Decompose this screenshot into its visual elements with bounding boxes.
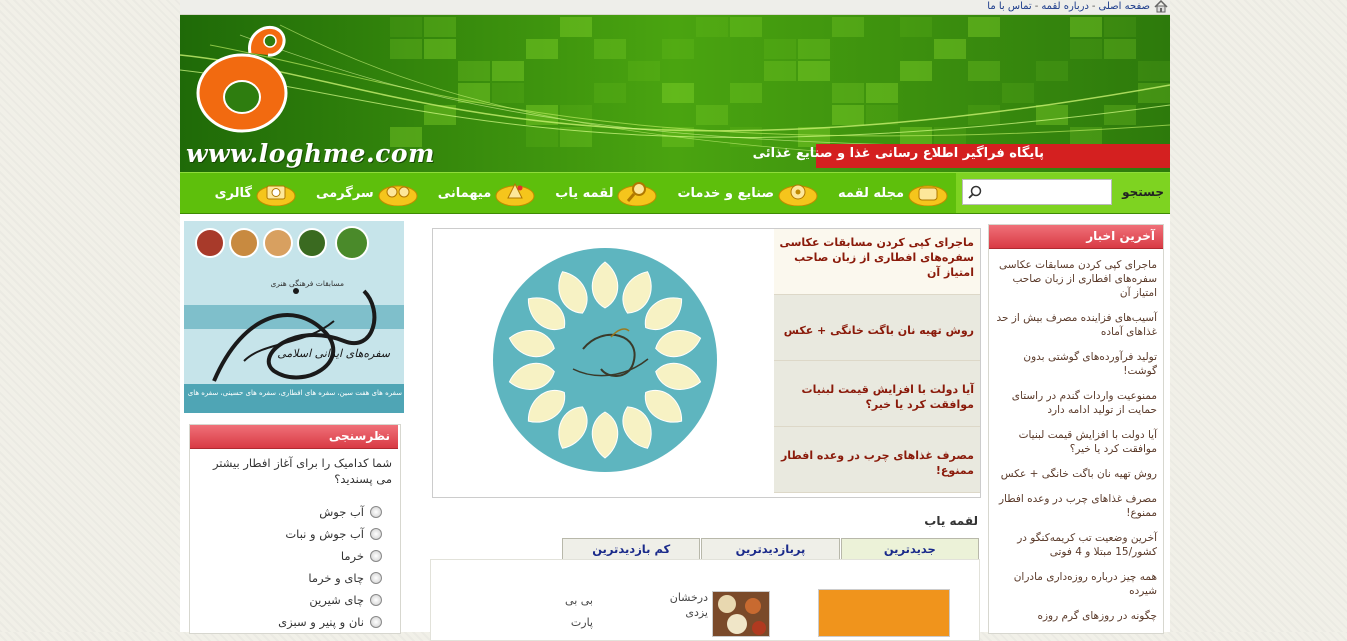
poll-option[interactable]: آب جوش bbox=[190, 501, 382, 523]
tab-newest[interactable]: جدیدترین bbox=[840, 538, 979, 560]
home-link[interactable]: صفحه اصلی bbox=[1099, 1, 1150, 12]
latest-news-box: آخرین اخبار ماجرای کپی کردن مسابقات عکاس… bbox=[988, 224, 1164, 634]
poll-question: شما کدامیک را برای آغاز افطار بیشتر می پ… bbox=[212, 456, 392, 486]
fun-icon bbox=[378, 185, 418, 206]
poll-option-label: چای و خرما bbox=[308, 571, 364, 585]
top-links: صفحه اصلی-درباره لقمه-تماس با ما bbox=[987, 0, 1150, 13]
nav-item-party[interactable]: میهمانی bbox=[438, 180, 536, 206]
logo-icon[interactable] bbox=[180, 15, 300, 135]
nav-item-label: گالری bbox=[214, 185, 252, 201]
search-input[interactable] bbox=[962, 179, 1112, 205]
radio-button[interactable] bbox=[370, 528, 382, 540]
promo-graphic bbox=[184, 221, 404, 413]
home-icon[interactable] bbox=[1154, 0, 1168, 13]
top-bar: صفحه اصلی-درباره لقمه-تماس با ما bbox=[180, 0, 1170, 15]
news-item[interactable]: آسیب‌های فزاینده مصرف بیش از حد غذاهای آ… bbox=[993, 306, 1159, 345]
nav-item-label: میهمانی bbox=[437, 185, 492, 201]
poll-option-label: آب جوش bbox=[319, 505, 364, 519]
entry-name[interactable]: درخشان یزدی bbox=[660, 590, 708, 620]
entry-line: یزدی bbox=[685, 606, 708, 619]
news-title: آخرین اخبار bbox=[989, 225, 1163, 249]
poll-option-label: نان و پنیر و سبزی bbox=[278, 615, 364, 629]
featured-list: ماجرای کپی کردن مسابقات عکاسی سفره‌های ا… bbox=[774, 229, 980, 497]
news-item[interactable]: ممنوعیت واردات گندم در راستای حمایت از ت… bbox=[993, 384, 1159, 423]
promo-calligraphy: سفره‌های ایرانی اسلامی bbox=[277, 347, 390, 360]
magnifier-icon bbox=[617, 182, 657, 206]
promo-subtitle: مسابقات فرهنگی هنری bbox=[270, 279, 344, 288]
featured-item[interactable]: مصرف غذاهای چرب در وعده افطار ممنوع! bbox=[774, 427, 980, 493]
tab-least-visited[interactable]: کم بازدیدترین bbox=[562, 538, 701, 560]
poll-option[interactable]: خرما bbox=[190, 545, 382, 567]
news-list: ماجرای کپی کردن مسابقات عکاسی سفره‌های ا… bbox=[989, 249, 1163, 629]
poll-option[interactable]: آب جوش و نبات bbox=[190, 523, 382, 545]
nav-item-label: صنایع و خدمات bbox=[677, 185, 775, 201]
radio-button[interactable] bbox=[370, 550, 382, 562]
poll-option[interactable]: نان و پنیر و سبزی bbox=[190, 611, 382, 633]
search-box: جستجو bbox=[956, 173, 1170, 213]
poll-options: آب جوش آب جوش و نبات خرما چای و خرما چای… bbox=[190, 501, 400, 633]
news-item[interactable]: تولید فرآورده‌های گوشتی بدون گوشت! bbox=[993, 345, 1159, 384]
gear-icon bbox=[778, 184, 818, 206]
radio-button[interactable] bbox=[370, 594, 382, 606]
tab-most-visited[interactable]: پربازدیدترین bbox=[701, 538, 840, 560]
link-separator: - bbox=[1034, 1, 1039, 12]
food-image bbox=[713, 592, 769, 636]
entry-line: درخشان bbox=[669, 591, 708, 604]
party-icon bbox=[495, 182, 535, 206]
poll-option[interactable]: چای شیرین bbox=[190, 589, 382, 611]
news-item[interactable]: روش تهیه نان باگت خانگی + عکس bbox=[993, 462, 1159, 487]
link-separator: - bbox=[1091, 1, 1096, 12]
poll-option[interactable]: چای و خرما bbox=[190, 567, 382, 589]
news-item[interactable]: چگونه در روزهای گرم روزه bbox=[993, 604, 1159, 629]
nav-item-label: سرگرمی bbox=[315, 185, 374, 201]
header-banner: www.loghme.com پایگاه فراگیر اطلاع رسانی… bbox=[180, 15, 1170, 172]
nav-item-label: مجله لقمه bbox=[838, 185, 904, 201]
promo-footer: سفره های هفت سین، سفره های افطاری، سفره … bbox=[186, 389, 402, 397]
news-item[interactable]: آخرین وضعیت تب کریمه‌کنگو در کشور/15 مبت… bbox=[993, 526, 1159, 565]
poll-title: نظرسنجی bbox=[190, 425, 398, 449]
nav-item-label: لقمه یاب bbox=[555, 185, 614, 201]
radio-button[interactable] bbox=[370, 616, 382, 628]
featured-image[interactable] bbox=[433, 229, 773, 497]
camera-icon bbox=[256, 185, 296, 206]
nav-items: مجله لقمه صنایع و خدمات لقمه یاب میهمانی… bbox=[195, 173, 948, 213]
news-item[interactable]: همه چیز درباره روزه‌داری مادران شیرده bbox=[993, 565, 1159, 604]
nav-item-magazine[interactable]: مجله لقمه bbox=[838, 180, 948, 206]
promo-banner[interactable]: مسابقات فرهنگی هنری سفره‌های ایرانی اسلا… bbox=[184, 221, 404, 413]
magazine-icon bbox=[908, 185, 948, 206]
poll-option-label: خرما bbox=[340, 549, 364, 563]
entry-thumbnail[interactable] bbox=[712, 591, 770, 637]
search-label: جستجو bbox=[1122, 185, 1164, 199]
main-nav: جستجو مجله لقمه صنایع و خدمات لقمه یاب م… bbox=[180, 172, 1170, 214]
entry-name[interactable]: بی بی پارت bbox=[550, 590, 593, 634]
contact-link[interactable]: تماس با ما bbox=[987, 1, 1031, 12]
entry-thumbnail[interactable] bbox=[818, 589, 950, 637]
featured-item[interactable]: آیا دولت با افزایش قیمت لبنیات موافقت کر… bbox=[774, 361, 980, 427]
featured-item[interactable]: ماجرای کپی کردن مسابقات عکاسی سفره‌های ا… bbox=[774, 229, 980, 295]
radio-button[interactable] bbox=[370, 506, 382, 518]
nav-item-loghmeyab[interactable]: لقمه یاب bbox=[555, 180, 657, 206]
nav-item-fun[interactable]: سرگرمی bbox=[316, 180, 418, 206]
site-tagline: پایگاه فراگیر اطلاع رسانی غذا و صنایع غذ… bbox=[752, 146, 1044, 161]
loghmeyab-title: لقمه یاب bbox=[924, 514, 978, 528]
site-url: www.loghme.com bbox=[186, 139, 435, 168]
news-item[interactable]: ماجرای کپی کردن مسابقات عکاسی سفره‌های ا… bbox=[993, 253, 1159, 306]
search-icon[interactable] bbox=[968, 185, 982, 199]
nav-item-gallery[interactable]: گالری bbox=[215, 180, 296, 206]
featured-slider: ماجرای کپی کردن مسابقات عکاسی سفره‌های ا… bbox=[432, 228, 981, 498]
poll-option-label: آب جوش و نبات bbox=[285, 527, 364, 541]
news-item[interactable]: مصرف غذاهای چرب در وعده افطار ممنوع! bbox=[993, 487, 1159, 526]
poll-box: نظرسنجی شما کدامیک را برای آغاز افطار بی… bbox=[189, 424, 401, 634]
featured-item[interactable]: روش تهیه نان باگت خانگی + عکس bbox=[774, 295, 980, 361]
news-item[interactable]: آیا دولت با افزایش قیمت لبنیات موافقت کر… bbox=[993, 423, 1159, 462]
nav-item-industries[interactable]: صنایع و خدمات bbox=[677, 180, 818, 206]
entry-line: پارت bbox=[570, 616, 593, 629]
about-link[interactable]: درباره لقمه bbox=[1041, 1, 1089, 12]
poll-option-label: چای شیرین bbox=[309, 593, 364, 607]
radio-button[interactable] bbox=[370, 572, 382, 584]
entry-line: بی بی bbox=[565, 594, 593, 607]
page: صفحه اصلی-درباره لقمه-تماس با ما www.log… bbox=[180, 0, 1170, 641]
loghmeyab-tabs: جدیدترین پربازدیدترین کم بازدیدترین bbox=[561, 538, 979, 560]
